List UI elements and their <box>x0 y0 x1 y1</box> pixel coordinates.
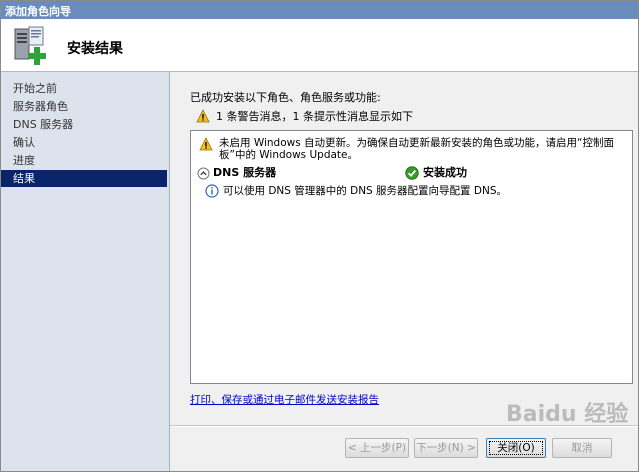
window-title: 添加角色向导 <box>5 5 71 18</box>
watermark-text: Baidu 经验 <box>506 402 629 427</box>
next-button[interactable]: 下一步(N) > <box>414 438 478 458</box>
sidebar-item-server-roles[interactable]: 服务器角色 <box>1 98 167 115</box>
previous-button[interactable]: < 上一步(P) <box>345 438 409 458</box>
sidebar-item-dns-server[interactable]: DNS 服务器 <box>1 116 167 133</box>
results-panel[interactable]: 未启用 Windows 自动更新。为确保自动更新最新安装的角色或功能，请启用“控… <box>190 130 633 384</box>
sidebar-item-before-you-begin[interactable]: 开始之前 <box>1 80 167 97</box>
sidebar-item-progress[interactable]: 进度 <box>1 152 167 169</box>
wizard-window: 添加角色向导 安装结果 开始之前 服务器角色 DNS 服务器 确认 进度 结果 <box>0 0 639 472</box>
sidebar-item-results[interactable]: 结果 <box>1 170 167 187</box>
title-bar[interactable]: 添加角色向导 <box>1 1 638 19</box>
success-check-icon <box>405 165 419 185</box>
role-status-text: 安装成功 <box>423 166 467 179</box>
warning-summary-text: 1 条警告消息，1 条提示性消息显示如下 <box>216 110 413 123</box>
role-name: DNS 服务器 <box>213 166 277 179</box>
print-report-link[interactable]: 打印、保存或通过电子邮件发送安装报告 <box>190 392 379 407</box>
wizard-header: 安装结果 <box>1 19 638 72</box>
warning-icon <box>199 137 213 154</box>
warning-icon <box>196 109 210 128</box>
info-icon <box>205 183 219 203</box>
sidebar: 开始之前 服务器角色 DNS 服务器 确认 进度 结果 <box>1 72 170 471</box>
sidebar-item-confirmation[interactable]: 确认 <box>1 134 167 151</box>
page-title: 安装结果 <box>67 41 123 57</box>
watermark-logo: Baidu 经验 <box>506 396 636 466</box>
info-message-text: 可以使用 DNS 管理器中的 DNS 服务器配置向导配置 DNS。 <box>223 185 508 197</box>
server-add-icon <box>11 25 51 67</box>
collapse-chevron-icon[interactable] <box>197 165 210 185</box>
intro-text: 已成功安装以下角色、角色服务或功能: <box>190 91 381 104</box>
warning-message-text: 未启用 Windows 自动更新。为确保自动更新最新安装的角色或功能，请启用“控… <box>219 137 614 161</box>
